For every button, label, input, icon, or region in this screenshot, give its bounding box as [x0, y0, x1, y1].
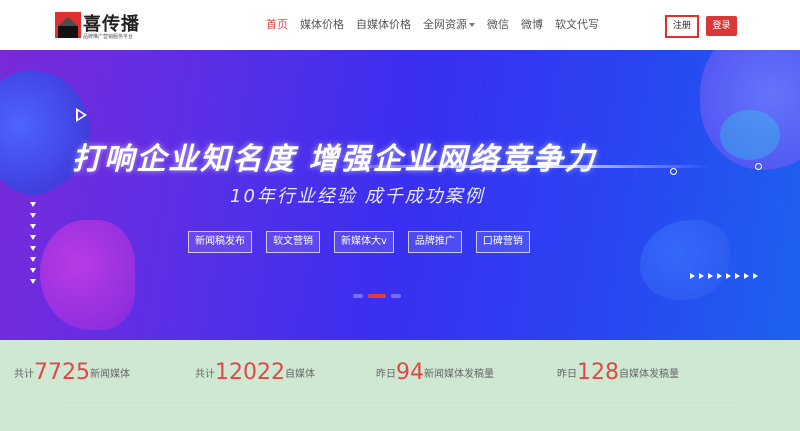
stat-value: 12022 [215, 360, 285, 385]
decor-blob [640, 220, 730, 300]
stat-yesterday-self-media: 昨日128自媒体发稿量 [557, 360, 679, 385]
hero-banner: 打响企业知名度 增强企业网络竞争力 10年行业经验 成千成功案例 新闻稿发布 软… [0, 50, 800, 340]
stat-prefix: 昨日 [557, 369, 577, 380]
carousel-dot[interactable] [391, 294, 401, 298]
banner-tags: 新闻稿发布 软文营销 新媒体大v 品牌推广 口碑营销 [188, 231, 544, 253]
nav-self-media-price[interactable]: 自媒体价格 [356, 0, 411, 50]
tag-word-of-mouth[interactable]: 口碑营销 [475, 231, 530, 253]
nav-wechat[interactable]: 微信 [487, 0, 509, 50]
login-button[interactable]: 登录 [706, 16, 737, 36]
banner-subline: 10年行业经验 成千成功案例 [230, 186, 485, 207]
stat-prefix: 共计 [195, 369, 215, 380]
tag-brand-promotion[interactable]: 品牌推广 [407, 231, 462, 253]
stats-bar: 共计7725新闻媒体 共计12022自媒体 昨日94新闻媒体发稿量 昨日128自… [0, 340, 800, 431]
register-button[interactable]: 注册 [665, 15, 699, 38]
stat-yesterday-news: 昨日94新闻媒体发稿量 [376, 360, 494, 385]
tag-press-release[interactable]: 新闻稿发布 [188, 231, 252, 253]
stat-self-media: 共计12022自媒体 [195, 360, 315, 385]
banner-headline: 打响企业知名度 增强企业网络竞争力 [72, 142, 597, 177]
decor-right-arrows-icon [690, 273, 762, 279]
divider [60, 405, 735, 406]
nav-home[interactable]: 首页 [266, 0, 288, 50]
stat-suffix: 新闻媒体发稿量 [424, 369, 494, 380]
decor-blob [720, 110, 780, 160]
nav-all-resources[interactable]: 全网资源 [423, 0, 475, 50]
nav-copywriting[interactable]: 软文代写 [555, 0, 599, 50]
stat-value: 128 [577, 360, 619, 385]
nav-all-resources-label: 全网资源 [423, 18, 467, 31]
tag-new-media-v[interactable]: 新媒体大v [334, 231, 394, 253]
top-header: 喜传播 品牌推广营销服务平台 首页 媒体价格 自媒体价格 全网资源 微信 微博 … [0, 0, 800, 50]
stat-prefix: 共计 [14, 369, 34, 380]
carousel-dot[interactable] [353, 294, 363, 298]
stat-suffix: 自媒体 [285, 369, 315, 380]
carousel-indicators [353, 294, 406, 298]
stat-news-media: 共计7725新闻媒体 [14, 360, 130, 385]
logo-subtitle: 品牌推广营销服务平台 [83, 34, 134, 40]
decor-ring-icon [755, 163, 762, 170]
stat-value: 94 [396, 360, 424, 385]
site-logo[interactable]: 喜传播 品牌推广营销服务平台 [55, 10, 155, 44]
nav-weibo[interactable]: 微博 [521, 0, 543, 50]
decor-blob [0, 50, 113, 210]
carousel-dot-active[interactable] [368, 294, 386, 298]
decor-ring-icon [670, 168, 677, 175]
stat-prefix: 昨日 [376, 369, 396, 380]
tag-soft-article[interactable]: 软文营销 [266, 231, 320, 253]
stat-suffix: 新闻媒体 [90, 369, 130, 380]
main-nav: 首页 媒体价格 自媒体价格 全网资源 微信 微博 软文代写 [266, 0, 611, 50]
stat-suffix: 自媒体发稿量 [619, 369, 679, 380]
decor-down-arrows-icon [30, 202, 36, 290]
chevron-down-icon [469, 23, 475, 27]
logo-house-icon [55, 12, 81, 38]
decor-blob [40, 220, 135, 330]
stat-value: 7725 [34, 360, 90, 385]
nav-media-price[interactable]: 媒体价格 [300, 0, 344, 50]
headline-glow-line [330, 165, 710, 168]
play-icon [76, 108, 87, 122]
